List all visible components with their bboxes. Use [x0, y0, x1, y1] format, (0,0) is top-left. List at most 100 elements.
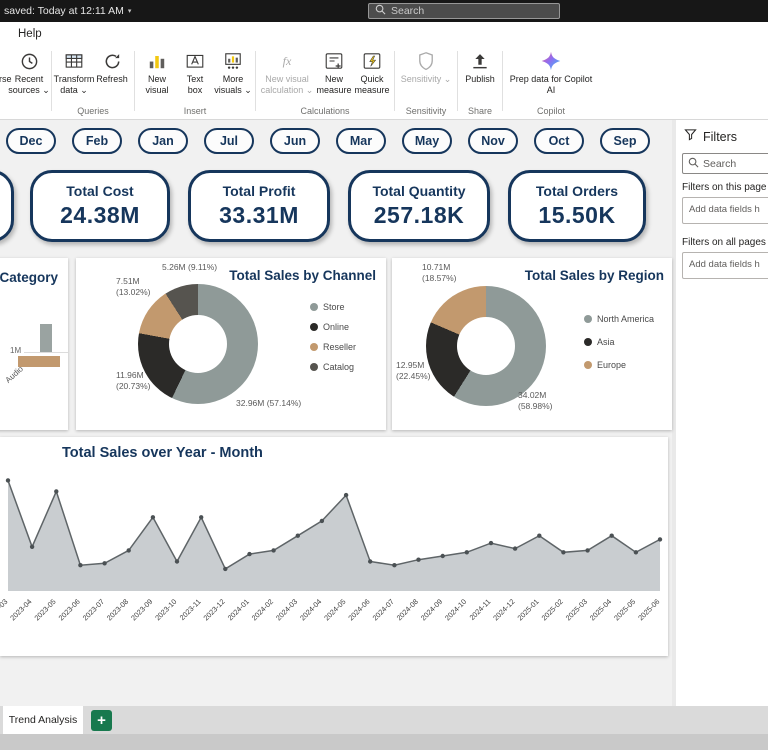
svg-text:2024-01: 2024-01	[226, 597, 251, 622]
ribbon-group-calculations: fx New visual calculation ⌄ New measure Quick…	[257, 47, 393, 119]
ribbon-button-label: Transform data ⌄	[53, 74, 95, 95]
category-bar[interactable]	[40, 324, 52, 352]
global-search[interactable]	[368, 3, 560, 19]
chart-title-category: Total Sales by Category	[0, 270, 58, 285]
month-tab-feb[interactable]: Feb	[72, 128, 122, 154]
page-tab-trend-analysis[interactable]: Trend Analysis	[3, 706, 83, 734]
kpi-card-total-cost[interactable]: Total Cost 24.38M	[30, 170, 170, 242]
ribbon-button-new-measure[interactable]: New measure	[316, 47, 352, 95]
svg-text:2024-08: 2024-08	[395, 597, 420, 622]
legend-label: Online	[323, 322, 350, 332]
donut-total-sales-by-region[interactable]	[426, 286, 546, 406]
ribbon-button-text-box[interactable]: Text box	[177, 47, 213, 95]
kpi-label: Total Quantity	[372, 183, 466, 199]
legend-label: North America	[597, 314, 655, 324]
menu-bar: Help	[0, 22, 768, 45]
ribbon-button-quick-measure[interactable]: Quick measure	[354, 47, 390, 95]
chart-title-trend: Total Sales over Year - Month	[62, 445, 263, 461]
filters-search-input[interactable]	[703, 157, 763, 170]
month-tab-sep[interactable]: Sep	[600, 128, 650, 154]
month-tab-may[interactable]: May	[402, 128, 452, 154]
publish-icon	[470, 49, 490, 73]
new-page-button[interactable]: +	[91, 709, 112, 731]
kpi-card-total-orders[interactable]: Total Orders 15.50K	[508, 170, 646, 242]
svg-text:2024-07: 2024-07	[371, 597, 396, 622]
donut-total-sales-by-channel[interactable]	[138, 284, 258, 404]
kpi-card-total-profit[interactable]: Total Profit 33.31M	[188, 170, 330, 242]
area-chart[interactable]: 2023-03 2023-04 2023-05 2023-06 2023-07 2023-…	[0, 463, 668, 655]
month-tab-dec[interactable]: Dec	[6, 128, 56, 154]
search-icon	[375, 2, 386, 20]
ribbon-group-separator	[502, 51, 503, 111]
ribbon-group-0: DataverseRecentsources ⌄	[0, 47, 50, 119]
ribbon-button-recent-sources[interactable]: Recent sources ⌄	[8, 47, 50, 95]
transform-icon	[64, 49, 84, 73]
legend-dot	[584, 338, 592, 346]
add-data-fields-dropzone[interactable]: Add data fields h	[682, 197, 768, 224]
ribbon-group-separator	[134, 51, 135, 111]
legend-dot	[310, 303, 318, 311]
svg-text:2023-06: 2023-06	[57, 597, 82, 622]
global-search-input[interactable]	[391, 5, 541, 17]
kpi-value: 33.31M	[219, 202, 299, 228]
ribbon-group-label: Queries	[77, 106, 109, 116]
ribbon-button-label: Text box	[186, 74, 204, 95]
new-visual-icon	[147, 49, 167, 73]
ribbon-button-more-visuals[interactable]: More visuals ⌄	[214, 47, 252, 95]
status-bar	[0, 734, 768, 750]
svg-text:2024-03: 2024-03	[274, 597, 299, 622]
filters-search[interactable]	[682, 153, 768, 174]
trend-chart-card[interactable]: Total Sales over Year - Month 2023-03 202…	[0, 437, 668, 656]
ribbon-button-refresh[interactable]: Refresh	[94, 47, 130, 85]
svg-text:2025-02: 2025-02	[540, 597, 565, 622]
ribbon-button-prep-data-for-copilot-ai[interactable]: Prep data for Copilot AI	[507, 47, 595, 95]
ribbon-group-label: Insert	[183, 106, 207, 116]
ribbon-group-separator	[255, 51, 256, 111]
month-tab-jul[interactable]: Jul	[204, 128, 254, 154]
category-chart-card[interactable]: Total Sales by Category 1M Audio	[0, 258, 68, 430]
legend-item-online[interactable]: Online	[310, 322, 356, 332]
kpi-card-partial[interactable]	[0, 170, 14, 242]
legend-item-europe[interactable]: Europe	[584, 360, 654, 370]
svg-text:2025-01: 2025-01	[515, 597, 540, 622]
legend-item-north-america[interactable]: North America	[584, 314, 654, 324]
ribbon-group-label: Sensitivity	[405, 106, 447, 116]
category-bar[interactable]	[18, 356, 60, 367]
svg-text:2024-09: 2024-09	[419, 597, 444, 622]
channel-chart-card[interactable]: Total Sales by Channel 5.26M (9.11%) 7.51…	[76, 258, 386, 430]
ribbon-button-label: More visuals ⌄	[214, 74, 252, 95]
filters-pane: Filters Filters on this page Add data fie…	[676, 120, 768, 706]
text-box-icon	[185, 49, 205, 73]
page-tab-bar: Trend Analysis +	[0, 706, 768, 734]
ribbon-button-transform-data[interactable]: Transform data ⌄	[53, 47, 95, 95]
legend-item-catalog[interactable]: Catalog	[310, 362, 356, 372]
month-tab-mar[interactable]: Mar	[336, 128, 386, 154]
ribbon-button-label: Publish	[465, 74, 495, 84]
category-tick-label: Audio	[3, 364, 25, 385]
kpi-card-total-quantity[interactable]: Total Quantity 257.18K	[348, 170, 490, 242]
month-tab-oct[interactable]: Oct	[534, 128, 584, 154]
menu-help[interactable]: Help	[18, 28, 42, 40]
ribbon-button-publish[interactable]: Publish	[462, 47, 498, 85]
autosave-status[interactable]: saved: Today at 12:11 AM ▾	[4, 5, 131, 17]
legend-item-asia[interactable]: Asia	[584, 337, 654, 347]
legend-dot	[310, 343, 318, 351]
add-data-fields-dropzone[interactable]: Add data fields h	[682, 252, 768, 279]
autosave-text: saved: Today at 12:11 AM	[4, 5, 124, 17]
legend-item-reseller[interactable]: Reseller	[310, 342, 356, 352]
legend-item-store[interactable]: Store	[310, 302, 356, 312]
legend-dot	[310, 323, 318, 331]
ribbon-button-new-visual[interactable]: New visual	[139, 47, 175, 95]
svg-text:2023-04: 2023-04	[8, 597, 33, 622]
category-gridline	[24, 352, 68, 353]
ribbon-group-label: Copilot	[536, 106, 565, 116]
svg-text:2023-12: 2023-12	[201, 597, 226, 622]
month-tab-jun[interactable]: Jun	[270, 128, 320, 154]
svg-text:2024-10: 2024-10	[443, 597, 468, 622]
month-tab-jan[interactable]: Jan	[138, 128, 188, 154]
ribbon-groups: DataverseRecentsources ⌄Transformdata ⌄R…	[0, 47, 598, 119]
report-canvas: Dec Feb Jan Jul Jun Mar May Nov Oct Sep Total Cos…	[0, 120, 672, 706]
ribbon-group-share: Publish Share	[459, 47, 501, 119]
region-chart-card[interactable]: Total Sales by Region 10.71M (18.57%) 12.9…	[392, 258, 672, 430]
month-tab-nov[interactable]: Nov	[468, 128, 518, 154]
